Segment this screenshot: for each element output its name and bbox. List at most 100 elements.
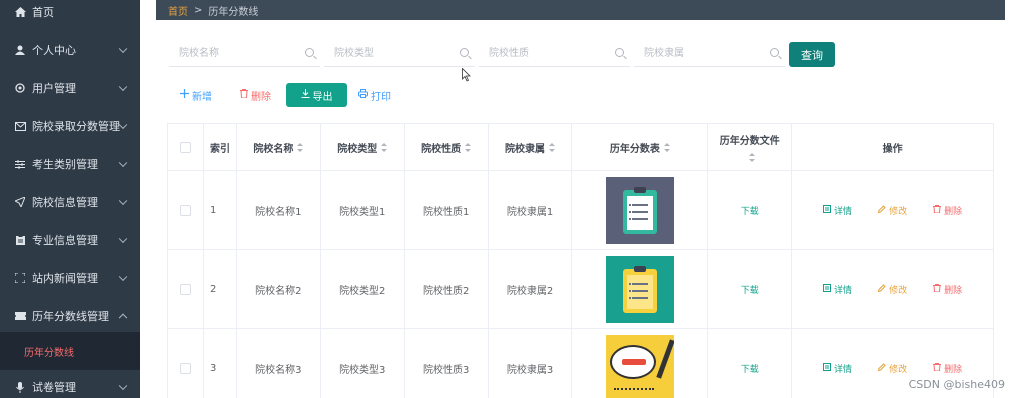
cell-school-name: 院校名称3 bbox=[237, 329, 321, 398]
export-button[interactable]: 导出 bbox=[286, 83, 347, 107]
sidebar-item-site-news[interactable]: 站内新闻管理 bbox=[0, 259, 140, 297]
detail-button[interactable]: 详情 bbox=[823, 362, 852, 375]
search-icon bbox=[770, 48, 779, 57]
cell-school-type: 院校类型2 bbox=[321, 250, 405, 328]
chevron-down-icon bbox=[118, 44, 128, 54]
sidebar-item-label: 用户管理 bbox=[32, 82, 76, 95]
sort-icon bbox=[381, 142, 388, 152]
header-actions: 操作 bbox=[792, 124, 994, 170]
row-checkbox[interactable] bbox=[179, 204, 191, 216]
sidebar-item-historical-scores[interactable]: 历年分数线管理 bbox=[0, 297, 140, 335]
cell-school-type: 院校类型3 bbox=[321, 329, 405, 398]
export-button-label: 导出 bbox=[312, 91, 333, 103]
sidebar-item-personal-center[interactable]: 个人中心 bbox=[0, 31, 140, 69]
school-name-input[interactable] bbox=[169, 41, 320, 66]
cell-school-affiliation: 院校隶属2 bbox=[489, 250, 573, 328]
school-affiliation-input[interactable] bbox=[634, 41, 785, 66]
add-button-label: 新增 bbox=[192, 91, 212, 103]
trash-icon bbox=[933, 283, 942, 295]
cell-index: 3 bbox=[204, 329, 237, 398]
cell-school-name: 院校名称2 bbox=[237, 250, 321, 328]
sidebar-item-label: 历年分数线管理 bbox=[32, 310, 109, 323]
sidebar-item-school-info[interactable]: 院校信息管理 bbox=[0, 183, 140, 221]
delete-row-button[interactable]: 删除 bbox=[933, 362, 962, 375]
select-all-checkbox[interactable] bbox=[179, 141, 191, 153]
delete-button[interactable]: 删除 bbox=[240, 83, 271, 107]
score-table-thumbnail[interactable] bbox=[605, 176, 674, 244]
sort-icon bbox=[465, 142, 472, 152]
clipboard-image bbox=[622, 265, 657, 313]
home-icon bbox=[13, 7, 27, 17]
table-row: 1 院校名称1 院校类型1 院校性质1 院校隶属1 下载 详情 修改 删除 bbox=[168, 171, 994, 250]
sliders-icon bbox=[13, 160, 27, 169]
sort-icon bbox=[663, 142, 670, 152]
edit-icon bbox=[877, 362, 886, 374]
print-button[interactable]: 打印 bbox=[358, 83, 391, 107]
download-link[interactable]: 下载 bbox=[741, 204, 759, 217]
table-row: 3 院校名称3 院校类型3 院校性质3 院校隶属3 下载 详情 修改 删除 bbox=[168, 329, 994, 398]
school-type-input[interactable] bbox=[324, 41, 475, 66]
sidebar-subitem-historical-scores[interactable]: 历年分数线 bbox=[0, 332, 140, 370]
score-table-thumbnail[interactable] bbox=[605, 334, 674, 398]
sidebar-item-label: 院校录取分数管理 bbox=[32, 120, 120, 133]
microphone-icon bbox=[13, 381, 27, 393]
sidebar-item-label: 个人中心 bbox=[32, 44, 76, 57]
download-link[interactable]: 下载 bbox=[741, 362, 759, 375]
sidebar-item-label: 首页 bbox=[32, 6, 54, 19]
detail-icon bbox=[823, 362, 832, 374]
edit-button[interactable]: 修改 bbox=[877, 204, 907, 217]
search-icon bbox=[305, 48, 314, 57]
delete-row-button[interactable]: 删除 bbox=[933, 204, 962, 217]
sidebar-item-label: 站内新闻管理 bbox=[32, 272, 98, 285]
ticket-icon bbox=[13, 312, 27, 320]
row-checkbox[interactable] bbox=[179, 283, 191, 295]
header-school-affiliation[interactable]: 院校隶属 bbox=[489, 124, 573, 170]
header-score-table[interactable]: 历年分数表 bbox=[572, 124, 709, 170]
sidebar-item-exam-papers[interactable]: 试卷管理 bbox=[0, 368, 140, 398]
breadcrumb-home[interactable]: 首页 bbox=[168, 3, 188, 18]
cell-school-name: 院校名称1 bbox=[237, 171, 321, 249]
breadcrumb: 首页 > 历年分数线 bbox=[156, 0, 1005, 20]
chevron-down-icon bbox=[118, 381, 128, 391]
fullscreen-icon bbox=[13, 273, 27, 283]
cell-school-nature: 院校性质2 bbox=[405, 250, 489, 328]
school-nature-search bbox=[479, 41, 630, 67]
trash-icon bbox=[933, 362, 942, 374]
header-school-name[interactable]: 院校名称 bbox=[237, 124, 321, 170]
header-score-file[interactable]: 历年分数文件 bbox=[708, 124, 793, 170]
detail-button[interactable]: 详情 bbox=[823, 204, 852, 217]
row-checkbox[interactable] bbox=[179, 362, 191, 374]
edit-button[interactable]: 修改 bbox=[877, 283, 907, 296]
user-icon bbox=[13, 45, 27, 55]
cell-index: 2 bbox=[204, 250, 237, 328]
school-nature-input[interactable] bbox=[479, 41, 630, 66]
edit-button[interactable]: 修改 bbox=[877, 362, 907, 375]
score-table-thumbnail[interactable] bbox=[605, 255, 674, 323]
watermark: CSDN @bishe409 bbox=[908, 378, 1005, 391]
sidebar-subitem-label: 历年分数线 bbox=[24, 347, 74, 359]
breadcrumb-current: 历年分数线 bbox=[208, 6, 259, 18]
detail-icon bbox=[823, 204, 832, 216]
add-button[interactable]: 新增 bbox=[180, 83, 212, 107]
download-link[interactable]: 下载 bbox=[741, 283, 759, 296]
sidebar-item-home[interactable]: 首页 bbox=[0, 0, 140, 31]
search-icon bbox=[460, 48, 469, 57]
search-icon bbox=[615, 48, 624, 57]
printer-icon bbox=[358, 89, 368, 101]
detail-button[interactable]: 详情 bbox=[823, 283, 852, 296]
header-school-nature[interactable]: 院校性质 bbox=[405, 124, 489, 170]
query-button[interactable]: 查询 bbox=[789, 42, 835, 67]
header-school-type[interactable]: 院校类型 bbox=[321, 124, 405, 170]
chevron-down-icon bbox=[118, 158, 128, 168]
cell-school-nature: 院校性质3 bbox=[405, 329, 489, 398]
sidebar-item-candidate-category[interactable]: 考生类别管理 bbox=[0, 145, 140, 183]
sidebar: 首页 个人中心 用户管理 院校录取分数管理 考生类别管理 院校信息管理 专业信息… bbox=[0, 0, 140, 398]
chevron-down-icon bbox=[118, 196, 128, 206]
sidebar-item-user-management[interactable]: 用户管理 bbox=[0, 69, 140, 107]
cell-school-affiliation: 院校隶属3 bbox=[489, 329, 573, 398]
sidebar-item-major-info[interactable]: 专业信息管理 bbox=[0, 221, 140, 259]
cursor-icon bbox=[462, 68, 471, 82]
sidebar-item-admission-scores[interactable]: 院校录取分数管理 bbox=[0, 107, 140, 145]
delete-row-button[interactable]: 删除 bbox=[933, 283, 962, 296]
breadcrumb-separator: > bbox=[194, 4, 203, 16]
